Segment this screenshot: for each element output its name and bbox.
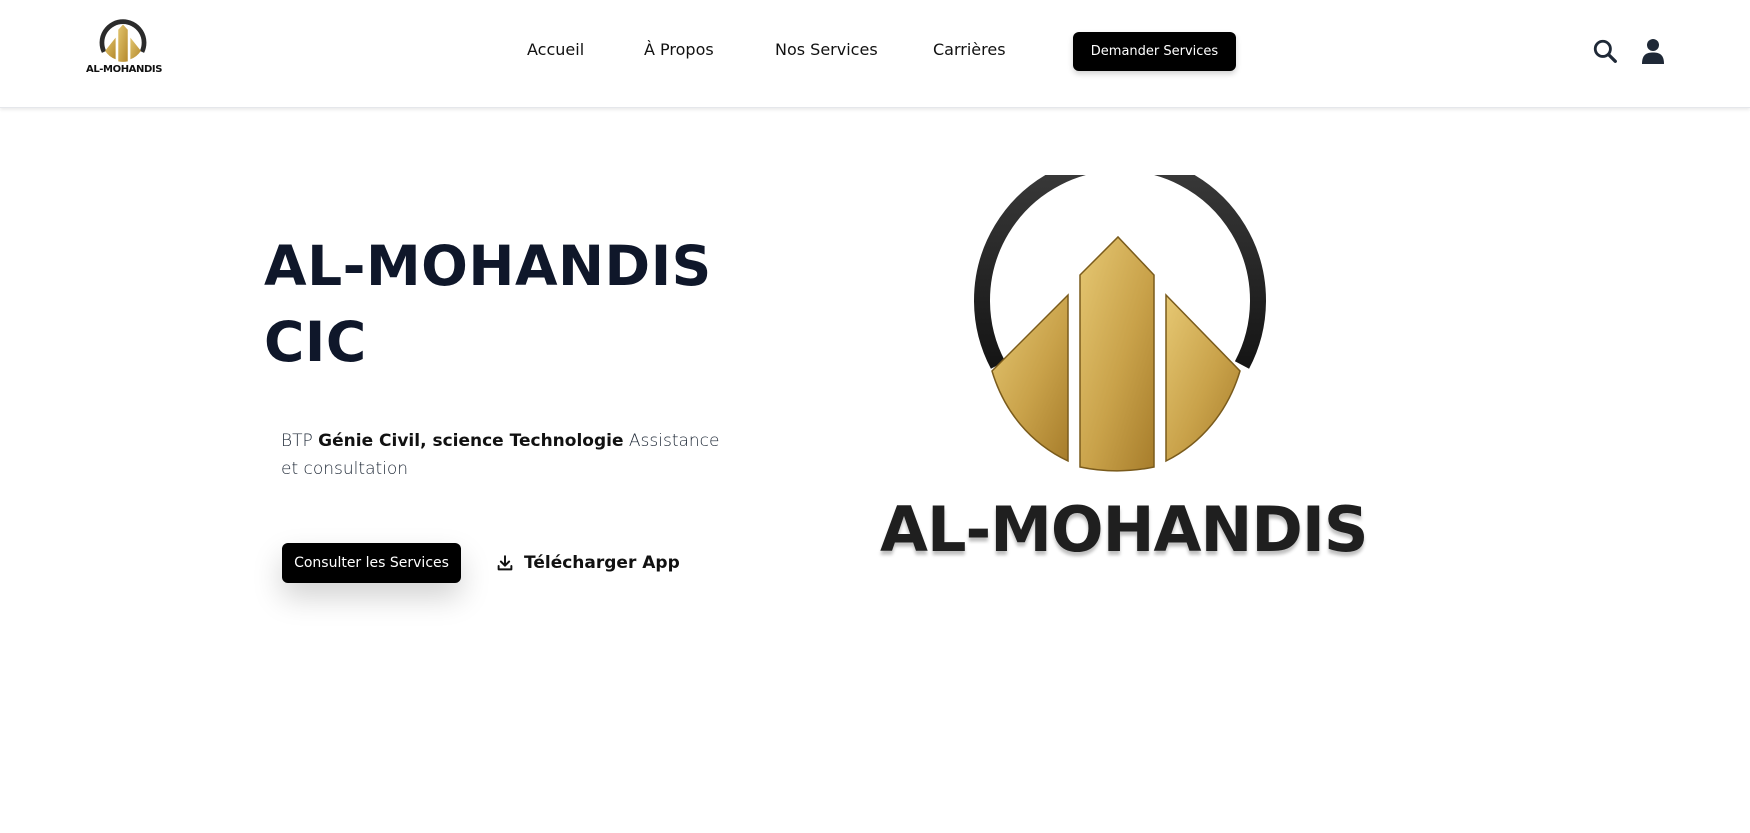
hero-desc-bold: Génie Civil, science Technologie [318, 431, 624, 451]
search-icon [1593, 39, 1617, 63]
site-header: AL-MOHANDIS Accueil À Propos Nos Service… [0, 0, 1750, 108]
hero-title: AL-MOHANDIS CIC [264, 228, 724, 380]
request-services-button[interactable]: Demander Services [1073, 32, 1236, 71]
hero-logo: AL-MOHANDIS [880, 175, 1369, 585]
download-app-label: Télécharger App [524, 553, 680, 573]
brand-logo-link[interactable]: AL-MOHANDIS [86, 14, 163, 78]
hero-desc-part1: BTP [281, 431, 319, 451]
search-button[interactable] [1590, 36, 1620, 66]
nav-accueil[interactable]: Accueil [527, 40, 584, 64]
hero-description: BTP Génie Civil, science Technologie Ass… [281, 427, 721, 483]
brand-name: AL-MOHANDIS [86, 64, 163, 75]
hero-title-line2: CIC [264, 310, 367, 374]
hero-logo-text: AL-MOHANDIS [880, 493, 1369, 566]
user-icon [1642, 39, 1664, 64]
hero-title-line1: AL-MOHANDIS [264, 234, 712, 298]
brand-logo-icon [99, 19, 147, 62]
consult-services-button[interactable]: Consulter les Services [282, 543, 461, 583]
nav-nos-services[interactable]: Nos Services [775, 40, 878, 64]
nav-a-propos[interactable]: À Propos [644, 40, 714, 64]
download-app-button[interactable]: Télécharger App [496, 548, 686, 578]
account-button[interactable] [1638, 36, 1668, 66]
nav-carrieres[interactable]: Carrières [933, 40, 1006, 64]
download-icon [497, 555, 513, 571]
building-emblem-icon [974, 175, 1266, 472]
